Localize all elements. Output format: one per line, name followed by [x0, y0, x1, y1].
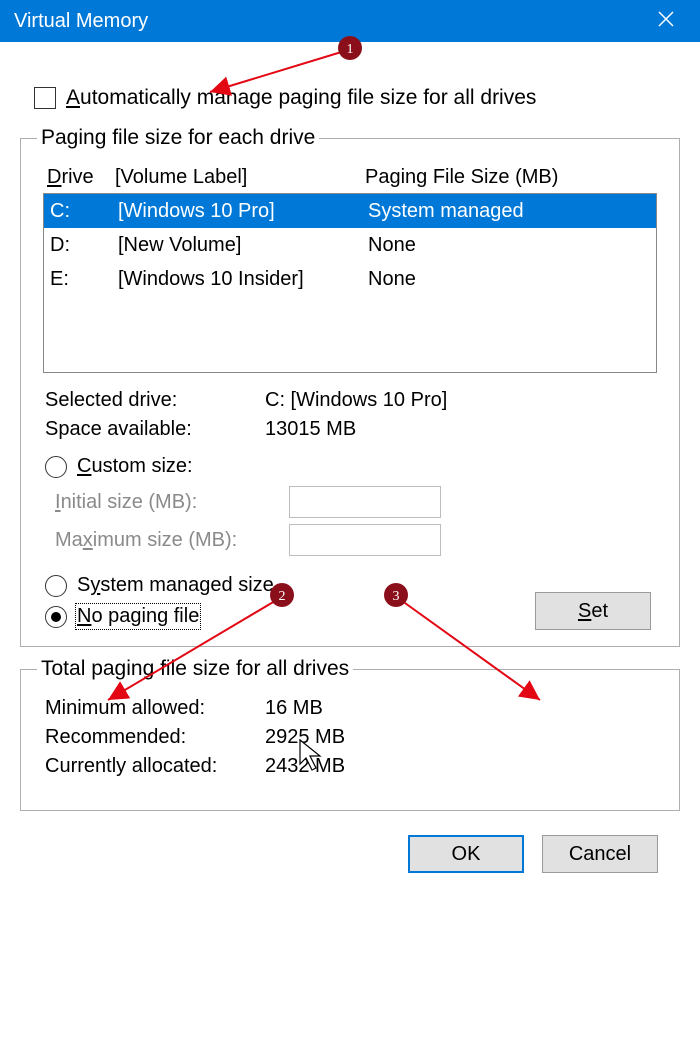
window-title: Virtual Memory — [14, 10, 148, 33]
system-managed-radio[interactable] — [45, 575, 67, 597]
custom-size-label: Custom size: — [77, 455, 193, 478]
selected-drive-label: Selected drive: — [45, 389, 265, 412]
ok-button[interactable]: OK — [408, 835, 524, 873]
recommended-value: 2925 MB — [265, 726, 655, 749]
auto-manage-label: Automatically manage paging file size fo… — [66, 86, 536, 110]
initial-size-label: Initial size (MB): — [55, 491, 289, 514]
drives-list[interactable]: C: [Windows 10 Pro] System managed D: [N… — [43, 193, 657, 373]
drives-group: Paging file size for each drive Drive [V… — [20, 126, 680, 647]
maximum-size-input[interactable] — [289, 524, 441, 556]
min-allowed-value: 16 MB — [265, 697, 655, 720]
list-item[interactable]: E: [Windows 10 Insider] None — [44, 262, 656, 296]
list-item[interactable]: D: [New Volume] None — [44, 228, 656, 262]
no-paging-file-label: No paging file — [77, 605, 199, 628]
close-icon[interactable] — [646, 10, 686, 33]
space-available-label: Space available: — [45, 418, 265, 441]
space-available-value: 13015 MB — [265, 418, 655, 441]
initial-size-input[interactable] — [289, 486, 441, 518]
currently-allocated-value: 2432 MB — [265, 755, 655, 778]
no-paging-file-radio[interactable] — [45, 606, 67, 628]
totals-group: Total paging file size for all drives Mi… — [20, 657, 680, 811]
system-managed-label: System managed size — [77, 574, 274, 597]
drives-legend: Paging file size for each drive — [37, 126, 319, 150]
custom-size-radio[interactable] — [45, 456, 67, 478]
auto-manage-checkbox[interactable] — [34, 87, 56, 109]
maximum-size-label: Maximum size (MB): — [55, 529, 289, 552]
set-button[interactable]: Set — [535, 592, 651, 630]
titlebar: Virtual Memory — [0, 0, 700, 42]
selected-drive-value: C: [Windows 10 Pro] — [265, 389, 655, 412]
list-item[interactable]: C: [Windows 10 Pro] System managed — [44, 194, 656, 228]
totals-legend: Total paging file size for all drives — [37, 657, 353, 681]
cancel-button[interactable]: Cancel — [542, 835, 658, 873]
recommended-label: Recommended: — [45, 726, 265, 749]
currently-allocated-label: Currently allocated: — [45, 755, 265, 778]
drives-header: Drive [Volume Label] Paging File Size (M… — [47, 166, 663, 189]
min-allowed-label: Minimum allowed: — [45, 697, 265, 720]
